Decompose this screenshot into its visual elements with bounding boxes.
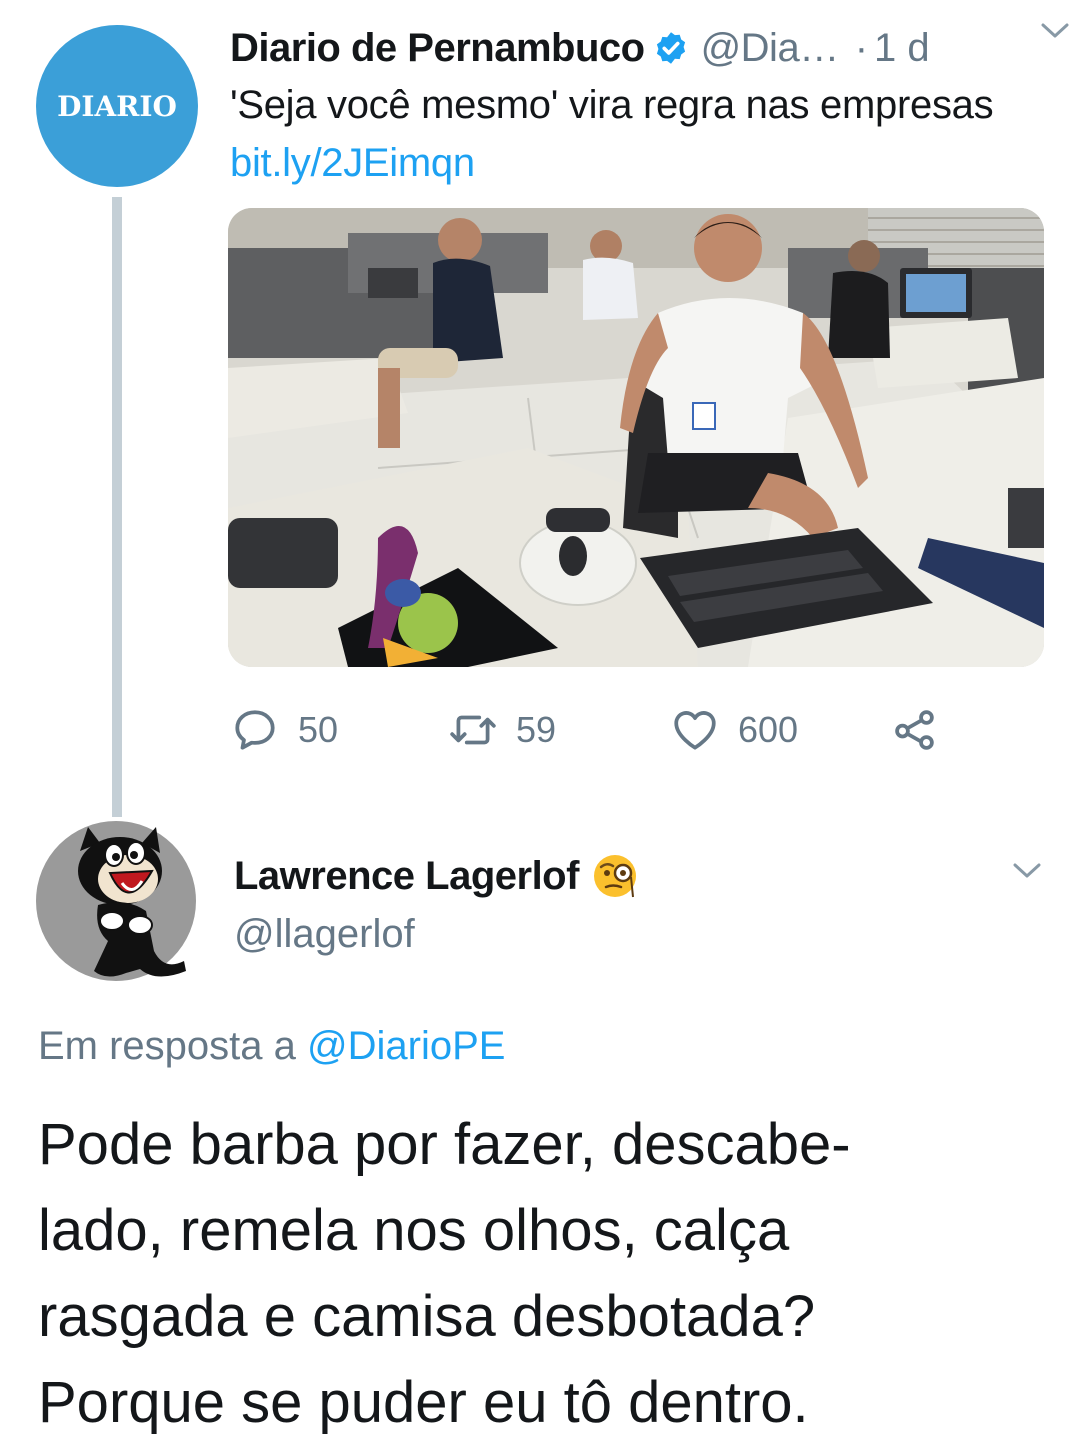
share-action[interactable]	[890, 700, 940, 760]
tweet-header: Diario de Pernambuco @Dia… · 1 d	[230, 18, 1050, 78]
author-handle[interactable]: @Dia…	[701, 26, 840, 71]
separator-dot: ·	[854, 25, 869, 70]
chevron-down-icon[interactable]	[1012, 862, 1042, 880]
retweet-action[interactable]: 59	[448, 700, 556, 760]
reply-count: 50	[298, 709, 339, 750]
reply-prefix: Em resposta a	[38, 1024, 308, 1068]
reply-author-name[interactable]: Lawrence Lagerlof	[234, 854, 579, 899]
tweet-link[interactable]: bit.ly/2JEimqn	[230, 141, 475, 185]
like-icon	[674, 711, 716, 750]
retweet-icon	[450, 715, 496, 745]
monocle-face-icon	[593, 855, 636, 898]
reply-author-handle[interactable]: @llagerlof	[234, 912, 415, 957]
reply-text: Pode barba por fazer, descabe- lado, rem…	[38, 1112, 851, 1435]
tweet-text: 'Seja você mesmo' vira regra nas empresa…	[230, 76, 1030, 192]
tweet-photo[interactable]	[228, 208, 1044, 667]
share-icon	[895, 710, 934, 750]
office-photo	[228, 208, 1044, 667]
avatar-diario[interactable]: DIARIO	[36, 25, 198, 187]
reply-action[interactable]: 50	[230, 700, 338, 760]
retweet-count: 59	[516, 709, 557, 750]
verified-icon	[656, 32, 685, 64]
timestamp[interactable]: 1 d	[874, 26, 930, 71]
reply-target-link[interactable]: @DiarioPE	[307, 1024, 505, 1068]
author-name[interactable]: Diario de Pernambuco	[230, 26, 645, 71]
like-count: 600	[738, 709, 799, 750]
tweet-text-body: 'Seja você mesmo' vira regra nas empresa…	[230, 83, 994, 127]
reply-icon	[235, 710, 275, 750]
reply-context: Em resposta a @DiarioPE	[38, 1024, 505, 1069]
reply-author-row: Lawrence Lagerlof	[234, 846, 641, 906]
like-action[interactable]: 600	[670, 700, 798, 760]
chevron-down-icon[interactable]	[1040, 22, 1070, 40]
thread-line	[112, 197, 122, 817]
avatar-logo-text: DIARIO	[57, 89, 177, 123]
tweet-actions: 50 59 600	[230, 700, 990, 760]
avatar-felix[interactable]	[36, 821, 196, 981]
